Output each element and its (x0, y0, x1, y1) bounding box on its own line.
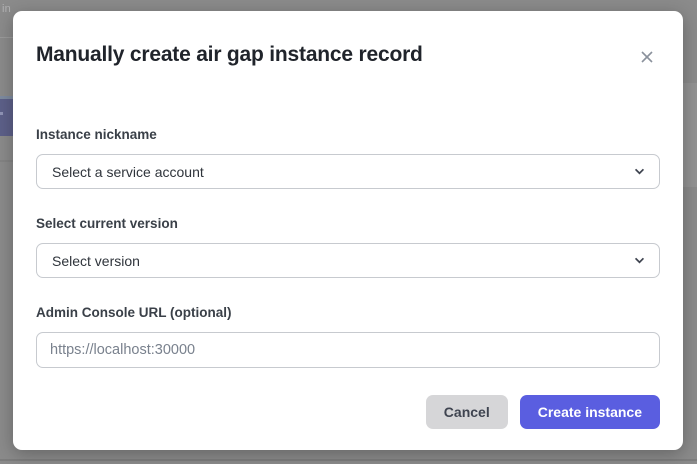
backdrop-divider (0, 160, 13, 162)
modal-title: Manually create air gap instance record (36, 42, 623, 68)
backdrop-divider (0, 37, 13, 38)
backdrop-partial-text: in (2, 3, 11, 15)
current-version-label: Select current version (36, 216, 178, 231)
close-icon (639, 49, 655, 65)
admin-console-url-label: Admin Console URL (optional) (36, 305, 232, 320)
current-version-select-value: Select version (52, 253, 140, 269)
current-version-select[interactable]: Select version (36, 243, 660, 278)
instance-nickname-select-value: Select a service account (52, 164, 204, 180)
create-instance-button[interactable]: Create instance (520, 395, 660, 429)
backdrop-divider (0, 459, 697, 461)
instance-nickname-select[interactable]: Select a service account (36, 154, 660, 189)
backdrop-highlighted-row (0, 96, 13, 136)
chevron-down-icon (634, 257, 645, 264)
admin-console-url-input[interactable] (36, 332, 660, 368)
backdrop-panel-fragment (683, 83, 697, 187)
chevron-down-icon (634, 168, 645, 175)
cancel-button[interactable]: Cancel (426, 395, 508, 429)
close-button[interactable] (637, 47, 657, 67)
backdrop-row-icon (0, 112, 3, 115)
instance-nickname-label: Instance nickname (36, 127, 157, 142)
modal-actions: Cancel Create instance (426, 395, 660, 429)
create-airgap-instance-modal: Manually create air gap instance record … (13, 11, 683, 450)
